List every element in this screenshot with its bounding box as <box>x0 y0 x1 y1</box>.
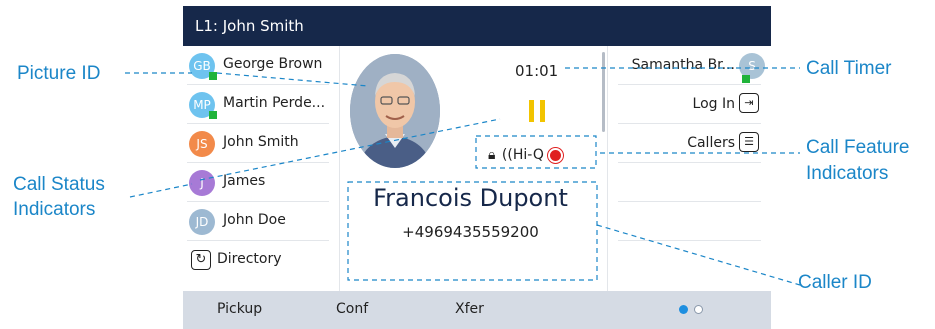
page-dot-inactive <box>694 305 703 314</box>
contact-name: John Doe <box>223 212 286 228</box>
callers-key[interactable]: Callers ☰ <box>618 124 761 163</box>
caller-picture <box>350 54 440 168</box>
empty-key[interactable] <box>618 202 761 241</box>
caller-name: Francois Dupont <box>373 184 568 212</box>
contact-name: Martin Perde... <box>223 95 326 111</box>
empty-key[interactable] <box>618 163 761 202</box>
scrollbar[interactable] <box>602 52 605 132</box>
hiq-label: Hi-Q <box>512 147 544 163</box>
call-timer: 01:01 <box>515 62 559 80</box>
presence-indicator <box>209 72 217 80</box>
callout-call-feature-1: Call Feature <box>806 137 910 158</box>
phone-screen: L1: John Smith GB George Brown MP Martin… <box>183 6 771 329</box>
wideband-icon: (( <box>501 147 513 163</box>
contacts-list: GB George Brown MP Martin Perde... JS Jo… <box>183 46 339 291</box>
contact-key-martin-perde[interactable]: MP Martin Perde... <box>187 85 329 124</box>
right-keys: Samantha Br... S Log In ⇥ Callers ☰ <box>608 46 771 291</box>
speed-dial-samantha[interactable]: Samantha Br... S <box>618 46 765 85</box>
callout-caller-id: Caller ID <box>798 272 872 293</box>
softkey-xfer[interactable]: Xfer <box>455 301 484 317</box>
contact-key-george-brown[interactable]: GB George Brown <box>187 46 329 85</box>
hold-icon <box>529 100 547 122</box>
softkey-conf[interactable]: Conf <box>336 301 368 317</box>
key-label: Log In <box>692 96 735 112</box>
callout-call-feature-2: Indicators <box>806 163 889 184</box>
softkey-bar: Pickup Conf Xfer <box>183 291 771 329</box>
presence-indicator <box>742 75 750 83</box>
contact-name: John Smith <box>223 134 299 150</box>
lock-icon: 🔒︎ <box>488 147 496 163</box>
record-icon <box>547 147 563 163</box>
callout-call-status-1: Call Status <box>13 174 105 195</box>
key-label: Callers <box>687 135 735 151</box>
directory-label: Directory <box>217 251 282 267</box>
avatar: J <box>189 170 215 196</box>
callout-picture-id: Picture ID <box>17 63 101 84</box>
avatar: JD <box>189 209 215 235</box>
callout-call-status-2: Indicators <box>13 199 96 220</box>
softkey-pickup[interactable]: Pickup <box>217 301 262 317</box>
contact-name: James <box>223 173 266 189</box>
presence-indicator <box>209 111 217 119</box>
page-indicator[interactable] <box>679 305 709 315</box>
contact-name: George Brown <box>223 56 323 72</box>
call-feature-indicators: 🔒︎ ((Hi-Q <box>488 147 563 165</box>
refresh-icon: ↻ <box>191 250 211 270</box>
callout-call-timer: Call Timer <box>806 58 892 79</box>
column-divider <box>339 46 340 291</box>
avatar: JS <box>189 131 215 157</box>
login-key[interactable]: Log In ⇥ <box>618 85 761 124</box>
caller-number: +4969435559200 <box>402 223 539 241</box>
contact-key-john-smith[interactable]: JS John Smith <box>187 124 329 163</box>
page-dot-active <box>679 305 688 314</box>
key-label: Samantha Br... <box>631 57 735 73</box>
line-label: L1: John Smith <box>195 17 304 35</box>
contact-key-james[interactable]: J James <box>187 163 329 202</box>
line-title-bar: L1: John Smith <box>183 6 771 46</box>
contact-key-john-doe[interactable]: JD John Doe <box>187 202 329 241</box>
directory-key[interactable]: ↻ Directory <box>187 241 329 280</box>
callers-list-icon: ☰ <box>739 132 759 152</box>
login-icon: ⇥ <box>739 93 759 113</box>
